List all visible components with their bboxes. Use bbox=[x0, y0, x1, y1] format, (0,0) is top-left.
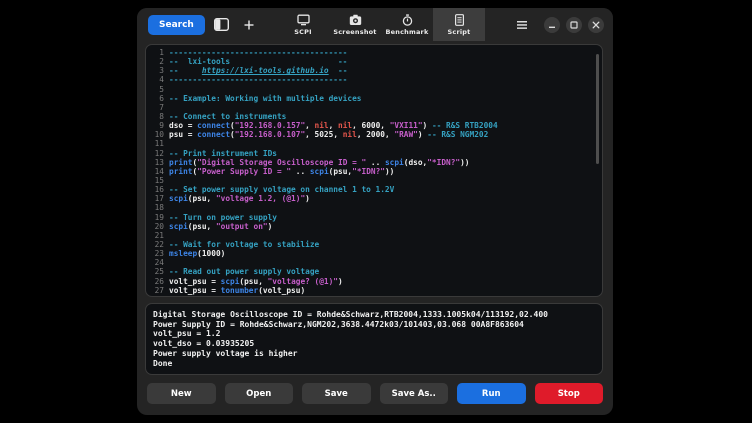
tab-script[interactable]: Script bbox=[433, 8, 485, 41]
code-line: 6-- Example: Working with multiple devic… bbox=[146, 94, 602, 103]
tab-label: Benchmark bbox=[386, 28, 429, 36]
tab-bar: SCPI Screenshot bbox=[277, 8, 485, 41]
tab-label: SCPI bbox=[294, 28, 311, 36]
code-line: 27volt_psu = tonumber(volt_psu) bbox=[146, 286, 602, 295]
code-line: 18 bbox=[146, 203, 602, 212]
code-line: 2-- lxi-tools -- bbox=[146, 57, 602, 66]
stop-button[interactable]: Stop bbox=[535, 383, 604, 404]
code-line: 25-- Read out power supply voltage bbox=[146, 267, 602, 276]
code-line: 15 bbox=[146, 176, 602, 185]
output-console: Digital Storage Oscilloscope ID = Rohde&… bbox=[145, 303, 603, 375]
code-line: 21 bbox=[146, 231, 602, 240]
camera-icon bbox=[349, 14, 362, 26]
tab-label: Screenshot bbox=[333, 28, 376, 36]
open-button[interactable]: Open bbox=[225, 383, 294, 404]
save-as-button[interactable]: Save As.. bbox=[380, 383, 449, 404]
code-line: 4-------------------------------------- bbox=[146, 75, 602, 84]
output-line: Power supply voltage is higher bbox=[153, 349, 595, 359]
sidebar-toggle-icon bbox=[214, 18, 229, 31]
code-line: 9dso = connect("192.168.0.157", nil, nil… bbox=[146, 121, 602, 130]
new-button[interactable]: New bbox=[147, 383, 216, 404]
code-line: 14print("Power Supply ID = " .. scpi(psu… bbox=[146, 167, 602, 176]
code-line: 24 bbox=[146, 258, 602, 267]
script-editor[interactable]: 1--------------------------------------2… bbox=[145, 44, 603, 297]
code-line: 10psu = connect("192.168.0.107", 5025, n… bbox=[146, 130, 602, 139]
code-line: 1-------------------------------------- bbox=[146, 48, 602, 57]
save-button[interactable]: Save bbox=[302, 383, 371, 404]
code-line: 16-- Set power supply voltage on channel… bbox=[146, 185, 602, 194]
code-line: 11 bbox=[146, 139, 602, 148]
search-button[interactable]: Search bbox=[148, 15, 205, 35]
tab-screenshot[interactable]: Screenshot bbox=[329, 8, 381, 41]
output-line: Done bbox=[153, 359, 595, 369]
close-icon bbox=[592, 21, 600, 29]
output-line: Power Supply ID = Rohde&Schwarz,NGM202,3… bbox=[153, 320, 595, 330]
plus-icon bbox=[243, 19, 255, 31]
run-button[interactable]: Run bbox=[457, 383, 526, 404]
code-line: 7 bbox=[146, 103, 602, 112]
code-line: 20scpi(psu, "output on") bbox=[146, 222, 602, 231]
display-icon bbox=[297, 14, 310, 26]
minimize-icon bbox=[548, 21, 556, 29]
code-line: 19-- Turn on power supply bbox=[146, 213, 602, 222]
sidebar-toggle-button[interactable] bbox=[212, 15, 232, 35]
code-line: 3-- https://lxi-tools.github.io -- bbox=[146, 66, 602, 75]
output-line: volt_psu = 1.2 bbox=[153, 329, 595, 339]
editor-scrollbar[interactable] bbox=[596, 54, 599, 164]
close-button[interactable] bbox=[588, 17, 604, 33]
maximize-icon bbox=[570, 21, 578, 29]
code-line: 22-- Wait for voltage to stabilize bbox=[146, 240, 602, 249]
main-menu-button[interactable] bbox=[512, 15, 532, 35]
output-line: volt_dso = 0.03935205 bbox=[153, 339, 595, 349]
code-line: 26volt_psu = scpi(psu, "voltage? (@1)") bbox=[146, 277, 602, 286]
minimize-button[interactable] bbox=[544, 17, 560, 33]
titlebar: Search bbox=[137, 8, 613, 41]
code-line: 8-- Connect to instruments bbox=[146, 112, 602, 121]
tab-benchmark[interactable]: Benchmark bbox=[381, 8, 433, 41]
new-tab-button[interactable] bbox=[239, 15, 259, 35]
code-line: 5 bbox=[146, 85, 602, 94]
maximize-button[interactable] bbox=[566, 17, 582, 33]
code-line: 12-- Print instrument IDs bbox=[146, 149, 602, 158]
tab-scpi[interactable]: SCPI bbox=[277, 8, 329, 41]
script-icon bbox=[453, 14, 466, 26]
code-line: 23msleep(1000) bbox=[146, 249, 602, 258]
code-lines: 1--------------------------------------2… bbox=[146, 45, 602, 295]
stopwatch-icon bbox=[401, 14, 414, 26]
tab-label: Script bbox=[448, 28, 471, 36]
hamburger-menu-icon bbox=[516, 20, 528, 30]
action-bar: New Open Save Save As.. Run Stop bbox=[147, 383, 603, 404]
code-line: 13print("Digital Storage Oscilloscope ID… bbox=[146, 158, 602, 167]
desktop-background: Search bbox=[0, 0, 752, 423]
code-line: 17scpi(psu, "voltage 1.2, (@1)") bbox=[146, 194, 602, 203]
output-line: Digital Storage Oscilloscope ID = Rohde&… bbox=[153, 310, 595, 320]
lxi-tools-window: Search bbox=[137, 8, 613, 415]
